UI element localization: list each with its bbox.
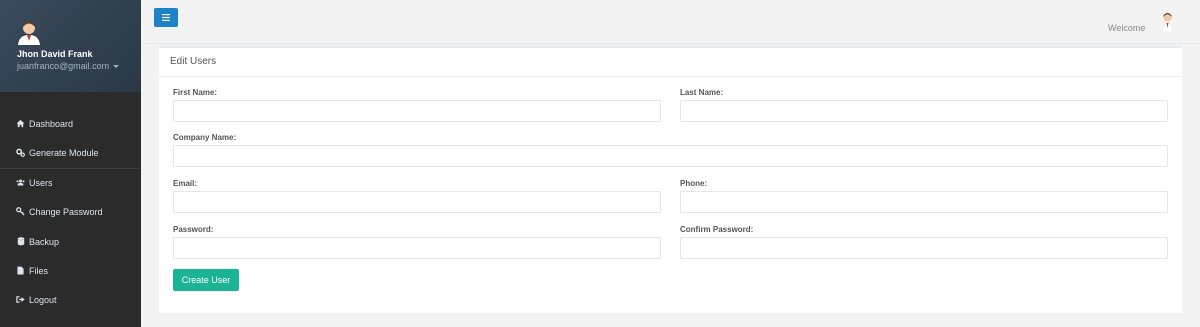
- password-input[interactable]: [173, 237, 661, 259]
- confirm-password-label: Confirm Password:: [680, 225, 754, 234]
- sidebar-profile: Jhon David Frank juanfranco@gmail.com: [0, 0, 141, 92]
- phone-input[interactable]: [680, 191, 1168, 213]
- last-name-label: Last Name:: [680, 88, 724, 97]
- phone-label: Phone:: [680, 179, 708, 188]
- email-label: Email:: [173, 179, 198, 188]
- sidebar-item-users[interactable]: Users: [0, 168, 141, 197]
- user-avatar-icon[interactable]: [17, 19, 41, 45]
- sidebar-item-change-password[interactable]: Change Password: [0, 197, 141, 226]
- sidebar-item-dashboard[interactable]: Dashboard: [0, 109, 141, 138]
- sidebar-item-files[interactable]: Files: [0, 256, 141, 285]
- sidebar-item-label: Generate Module: [29, 147, 99, 158]
- sidebar-item-label: Backup: [29, 236, 60, 247]
- sidebar-nav: Dashboard Generate Module Users Change P…: [0, 92, 141, 327]
- user-email-dropdown[interactable]: juanfranco@gmail.com: [17, 61, 120, 71]
- users-icon: [16, 178, 25, 187]
- sidebar-item-label: Logout: [29, 294, 57, 305]
- sidebar-item-label: Change Password: [29, 206, 103, 217]
- first-name-input[interactable]: [173, 100, 661, 122]
- sidebar-toggle-button[interactable]: [154, 8, 178, 27]
- email-input[interactable]: [173, 191, 661, 213]
- sidebar-item-label: Files: [29, 265, 49, 276]
- edit-users-panel: Edit Users First Name: Last Name: Compan…: [159, 46, 1182, 313]
- panel-title: Edit Users: [170, 56, 217, 67]
- user-email: juanfranco@gmail.com: [17, 61, 110, 71]
- company-name-input[interactable]: [173, 145, 1168, 167]
- sidebar-item-generate-module[interactable]: Generate Module: [0, 138, 141, 167]
- database-icon: [16, 237, 25, 246]
- sidebar: Jhon David Frank juanfranco@gmail.com Da…: [0, 0, 141, 327]
- caret-down-icon: [113, 65, 120, 69]
- panel-title-divider: [159, 76, 1182, 77]
- create-user-button[interactable]: Create User: [173, 269, 239, 291]
- key-icon: [16, 207, 25, 216]
- company-name-label: Company Name:: [173, 133, 237, 142]
- confirm-password-input[interactable]: [680, 237, 1168, 259]
- welcome-text: Welcome: [1108, 23, 1146, 33]
- sidebar-item-label: Users: [29, 177, 53, 188]
- user-name: Jhon David Frank: [17, 49, 93, 59]
- file-icon: [16, 266, 25, 275]
- sidebar-item-logout[interactable]: Logout: [0, 285, 141, 314]
- sign-out-icon: [16, 295, 25, 304]
- last-name-input[interactable]: [680, 100, 1168, 122]
- home-icon: [16, 119, 25, 128]
- password-label: Password:: [173, 225, 214, 234]
- cogs-icon: [16, 148, 25, 157]
- first-name-label: First Name:: [173, 88, 218, 97]
- sidebar-item-backup[interactable]: Backup: [0, 227, 141, 256]
- top-user-avatar-icon[interactable]: [1161, 12, 1174, 32]
- topbar-divider: [141, 43, 1200, 44]
- sidebar-item-label: Dashboard: [29, 118, 74, 129]
- hamburger-icon: [162, 14, 170, 21]
